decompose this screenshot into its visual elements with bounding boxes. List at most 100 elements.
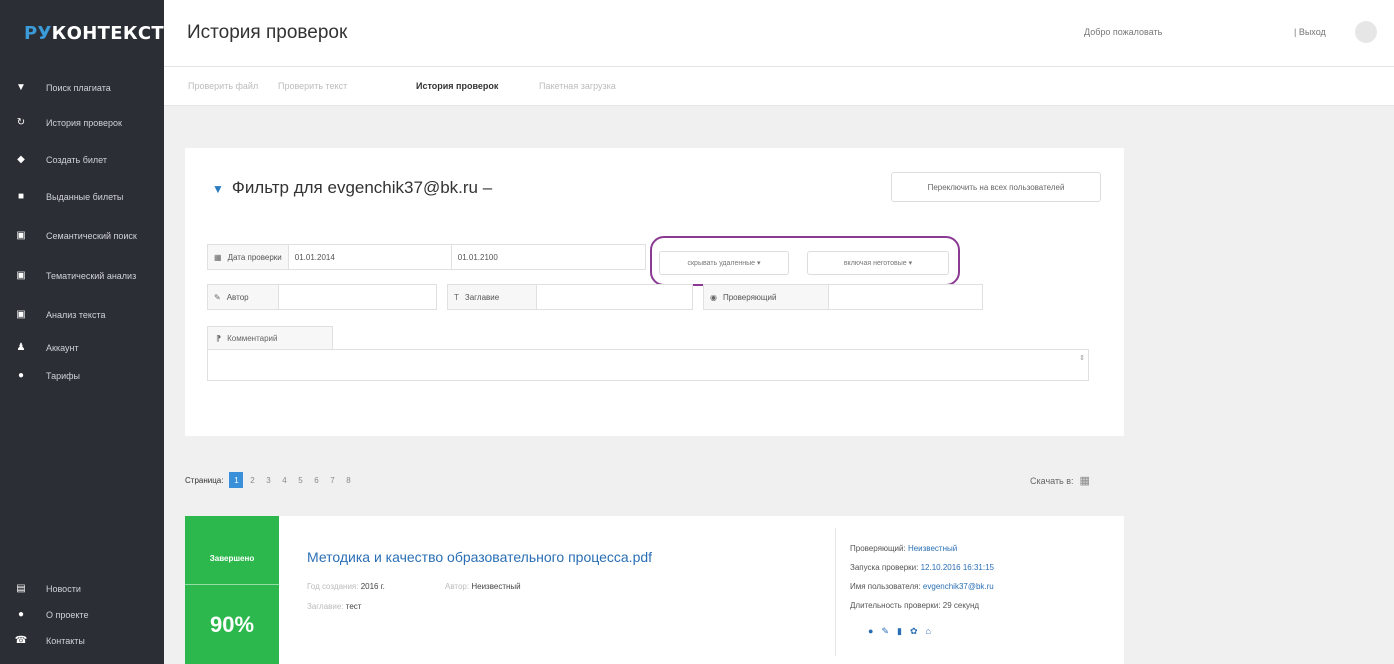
sidebar-item-thematic-analysis[interactable]: ▣ Тематический анализ <box>0 256 164 296</box>
page-title: История проверок <box>187 22 348 43</box>
author-meta: Автор: Неизвестный <box>445 582 521 591</box>
user-icon: ♟ <box>16 342 26 353</box>
logout-link[interactable]: | Выход <box>1294 27 1326 37</box>
sidebar-item-label: Создать билет <box>46 155 107 165</box>
pencil-icon: ✎ <box>214 292 221 302</box>
duration-info-label: Длительность проверки: <box>850 601 941 610</box>
sidebar-item-plagiarism[interactable]: ▼ Поиск плагиата <box>0 72 164 104</box>
username-info-label: Имя пользователя: <box>850 582 921 591</box>
folder-icon: ■ <box>17 191 25 202</box>
comment-label: ⁋ Комментарий <box>207 326 333 350</box>
sidebar-item-about[interactable]: ● О проекте <box>0 602 164 628</box>
sidebar-item-label: Аккаунт <box>46 343 79 353</box>
edit-icon[interactable]: ✎ <box>881 626 889 637</box>
sidebar-item-label: История проверок <box>46 118 122 128</box>
page-6[interactable]: 6 <box>309 472 323 488</box>
diamond-icon: ◆ <box>17 154 25 165</box>
welcome-text: Добро пожаловать <box>1084 27 1163 37</box>
tab-batch-upload[interactable]: Пакетная загрузка <box>539 81 616 91</box>
phone-icon: ☎ <box>14 635 28 646</box>
tab-check-text[interactable]: Проверить текст <box>278 81 347 91</box>
checker-input[interactable] <box>829 285 982 309</box>
title-meta: Заглавие: тест <box>307 602 361 611</box>
author-input[interactable] <box>279 285 436 309</box>
sidebar-item-create-ticket[interactable]: ◆ Создать билет <box>0 142 164 178</box>
duration-info: Длительность проверки: 29 секунд <box>850 601 979 610</box>
document-title-link[interactable]: Методика и качество образовательного про… <box>307 549 652 565</box>
comment-textarea[interactable]: ⇕ <box>207 349 1089 381</box>
page-4[interactable]: 4 <box>277 472 291 488</box>
author-group: ✎ Автор <box>207 284 437 310</box>
header: История проверок Добро пожаловать | Выхо… <box>164 0 1394 67</box>
sidebar-item-label: О проекте <box>46 610 89 620</box>
sidebar-item-label: Тематический анализ <box>46 271 137 281</box>
document-icon: ▣ <box>16 309 26 320</box>
page-5[interactable]: 5 <box>293 472 307 488</box>
year-label: Год создания: <box>307 582 359 591</box>
avatar[interactable] <box>1355 21 1377 43</box>
sidebar-item-news[interactable]: ▤ Новости <box>0 576 164 602</box>
page-2[interactable]: 2 <box>245 472 259 488</box>
date-from-input[interactable]: 01.01.2014 <box>289 245 452 269</box>
author-label: ✎ Автор <box>208 285 279 309</box>
sidebar-item-issued-tickets[interactable]: ■ Выданные билеты <box>0 178 164 216</box>
calendar-icon: ▦ <box>214 252 222 262</box>
document-icon: ▣ <box>16 230 26 241</box>
sidebar-item-label: Семантический поиск <box>46 231 137 241</box>
checker-info-value[interactable]: Неизвестный <box>908 544 957 553</box>
checker-group: ◉ Проверяющий <box>703 284 983 310</box>
title-label: T Заглавие <box>448 285 537 309</box>
trash-icon[interactable]: ▮ <box>897 626 902 637</box>
tab-bar: Проверить файл Проверить текст История п… <box>164 67 1394 106</box>
sidebar-item-label: Тарифы <box>46 371 81 381</box>
sidebar-item-history[interactable]: ↻ История проверок <box>0 104 164 142</box>
sidebar-item-semantic-search[interactable]: ▣ Семантический поиск <box>0 216 164 256</box>
username-info: Имя пользователя: evgenchik37@bk.ru <box>850 582 994 591</box>
text-icon: T <box>454 292 459 302</box>
page-7[interactable]: 7 <box>325 472 339 488</box>
duration-info-value: 29 секунд <box>942 601 980 610</box>
sidebar-item-label: Контакты <box>46 636 85 646</box>
logo-part2: КОНТЕКСТ <box>51 22 164 44</box>
date-label-text: Дата проверки <box>227 252 282 262</box>
download-section: Скачать в: ▦ <box>1030 474 1090 487</box>
logo[interactable]: РУ КОНТЕКСТ <box>0 0 164 66</box>
home-icon[interactable]: ⌂ <box>925 626 930 637</box>
pin-icon: ⁋ <box>216 334 222 343</box>
sidebar-bottom-nav: ▤ Новости ● О проекте ☎ Контакты <box>0 576 164 654</box>
username-info-value[interactable]: evgenchik37@bk.ru <box>923 582 994 591</box>
resize-handle-icon[interactable]: ⇕ <box>1079 354 1085 362</box>
year-meta: Год создания: 2016 г. <box>307 582 385 591</box>
page-8[interactable]: 8 <box>341 472 355 488</box>
settings-icon[interactable]: ✿ <box>910 626 918 637</box>
result-divider <box>835 528 836 656</box>
sidebar-item-contacts[interactable]: ☎ Контакты <box>0 628 164 654</box>
date-to-input[interactable]: 01.01.2100 <box>452 245 504 269</box>
checker-info-label: Проверяющий: <box>850 544 906 553</box>
launch-info-value: 12.10.2016 16:31:15 <box>920 563 994 572</box>
excel-icon[interactable]: ▦ <box>1080 474 1090 487</box>
checker-label: ◉ Проверяющий <box>704 285 829 309</box>
sidebar-item-text-analysis[interactable]: ▣ Анализ текста <box>0 296 164 334</box>
page-1[interactable]: 1 <box>229 472 244 488</box>
document-icon: ▣ <box>16 270 26 281</box>
author-label-text: Автор <box>226 292 249 302</box>
info-icon[interactable]: ● <box>868 626 873 637</box>
title-input[interactable] <box>537 285 692 309</box>
sidebar-item-label: Поиск плагиата <box>46 83 111 93</box>
filter-title-text: Фильтр для evgenchik37@bk.ru – <box>231 178 493 197</box>
sidebar-item-account[interactable]: ♟ Аккаунт <box>0 334 164 362</box>
tab-check-file[interactable]: Проверить файл <box>188 81 258 91</box>
filter-card: ▼ Фильтр для evgenchik37@bk.ru – Переключ… <box>185 148 1124 436</box>
status-badge: Завершено <box>209 554 255 563</box>
sidebar: РУ КОНТЕКСТ ▼ Поиск плагиата ↻ История пров… <box>0 0 164 664</box>
result-actions: ● ✎ ▮ ✿ ⌂ <box>868 626 931 637</box>
filter-title[interactable]: ▼ Фильтр для evgenchik37@bk.ru – <box>212 178 492 198</box>
sidebar-item-tariffs[interactable]: ● Тарифы <box>0 362 164 390</box>
title-meta-label: Заглавие: <box>307 602 344 611</box>
launch-info-label: Запуска проверки: <box>850 563 919 572</box>
page-3[interactable]: 3 <box>261 472 275 488</box>
tab-history[interactable]: История проверок <box>416 81 498 91</box>
switch-all-users-button[interactable]: Переключить на всех пользователей <box>891 172 1101 202</box>
info-icon: ● <box>17 609 25 620</box>
